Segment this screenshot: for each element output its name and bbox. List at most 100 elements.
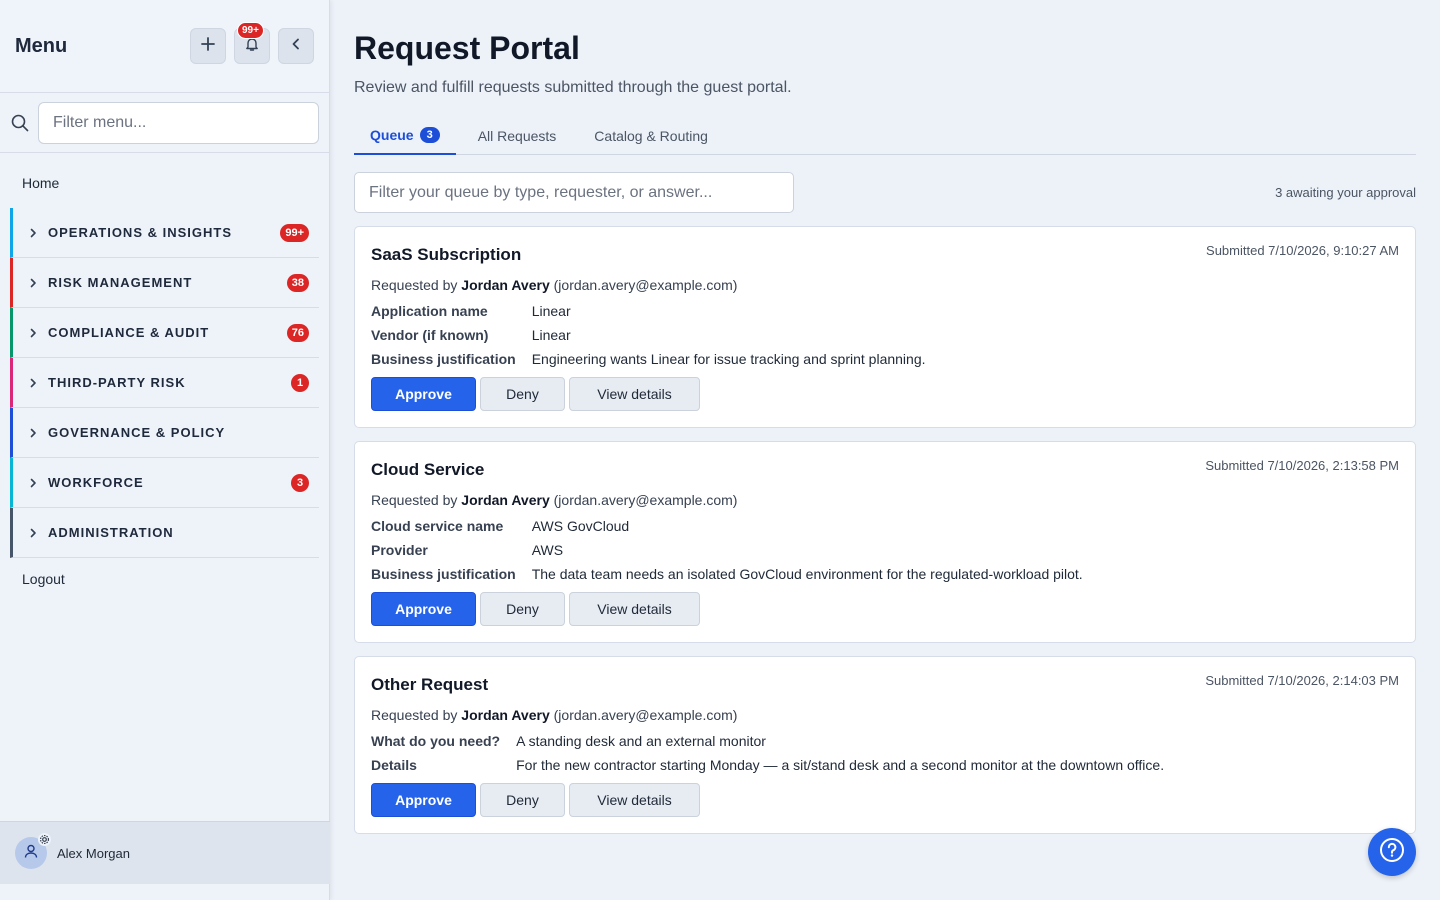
view-details-button[interactable]: View details [569, 592, 700, 626]
gear-icon[interactable] [38, 833, 51, 846]
field-label: Vendor (if known) [371, 327, 489, 343]
help-icon [1379, 837, 1405, 868]
chevron-right-icon [28, 528, 42, 538]
nav-group-item[interactable]: GOVERNANCE & POLICY [10, 408, 319, 458]
requested-by: Requested by Jordan Avery (jordan.avery@… [371, 707, 1399, 723]
request-fields: Cloud service name AWS GovCloud Provider AW… [371, 518, 1399, 582]
nav-group-count-badge: 99+ [280, 223, 309, 242]
requester-email: (jordan.avery@example.com) [553, 277, 738, 293]
request-actions: Approve Deny View details [371, 377, 1399, 411]
nav-group-label: RISK MANAGEMENT [48, 275, 193, 290]
user-name: Alex Morgan [57, 845, 130, 861]
sidebar-search [0, 93, 329, 153]
requester-email: (jordan.avery@example.com) [553, 707, 738, 723]
help-button[interactable] [1368, 828, 1416, 876]
queue-filter-input[interactable] [354, 172, 794, 213]
queue-count-badge: 3 [419, 127, 440, 143]
approve-button[interactable]: Approve [371, 592, 476, 626]
request-submitted-date: Submitted 7/10/2026, 2:13:58 PM [1205, 458, 1399, 473]
tab-label: Queue [370, 127, 414, 143]
approve-button[interactable]: Approve [371, 377, 476, 411]
request-fields: What do you need? A standing desk and an … [371, 733, 1399, 773]
page-title: Request Portal [354, 30, 580, 66]
field-value: For the new contractor starting Monday —… [516, 757, 1165, 773]
request-submitted-date: Submitted 7/10/2026, 9:10:27 AM [1206, 243, 1399, 258]
chevron-right-icon [28, 378, 42, 388]
request-submitted-date: Submitted 7/10/2026, 2:14:03 PM [1205, 673, 1399, 688]
nav-group-item[interactable]: ADMINISTRATION [10, 508, 319, 558]
field-label: Application name [371, 303, 488, 319]
tab-queue[interactable]: Queue 3 [354, 117, 456, 155]
requester-name: Jordan Avery [461, 277, 550, 293]
chevron-right-icon [28, 278, 42, 288]
request-card: Cloud Service Submitted 7/10/2026, 2:13:5… [354, 441, 1416, 643]
field-value: The data team needs an isolated GovCloud… [531, 566, 1083, 582]
nav-group-item[interactable]: WORKFORCE 3 [10, 458, 319, 508]
nav-group-item[interactable]: COMPLIANCE & AUDIT 76 [10, 308, 319, 358]
menu-filter-input[interactable] [38, 101, 319, 144]
request-title: SaaS Subscription [371, 245, 522, 264]
requested-by-prefix: Requested by [371, 707, 458, 723]
nav-group-item[interactable]: OPERATIONS & INSIGHTS 99+ [10, 208, 319, 258]
avatar[interactable] [15, 833, 51, 869]
page-subtitle: Review and fulfill requests submitted th… [354, 79, 792, 96]
request-card-header: SaaS Subscription Submitted 7/10/2026, 9:… [371, 243, 1399, 265]
view-details-button[interactable]: View details [569, 783, 700, 817]
nav-group-item[interactable]: THIRD-PARTY RISK 1 [10, 358, 319, 408]
request-title: Cloud Service [371, 460, 485, 479]
request-fields: Application name Linear Vendor (if known) L… [371, 303, 1399, 367]
field-label: What do you need? [371, 733, 501, 749]
approve-button[interactable]: Approve [371, 783, 476, 817]
request-card: Other Request Submitted 7/10/2026, 2:14:0… [354, 656, 1416, 834]
field-value: Linear [531, 303, 571, 319]
tab-bar: Queue 3 All Requests Catalog & Routing [354, 117, 1416, 155]
nav-groups: OPERATIONS & INSIGHTS 99+ RISK MANAGEMENT 3… [0, 208, 329, 558]
tab-all-requests[interactable]: All Requests [462, 117, 573, 155]
deny-button[interactable]: Deny [480, 377, 565, 411]
nav-group-count-badge: 3 [291, 473, 309, 492]
view-details-button[interactable]: View details [569, 377, 700, 411]
field-label: Cloud service name [371, 518, 504, 534]
requested-by-prefix: Requested by [371, 277, 458, 293]
field-value: AWS GovCloud [531, 518, 630, 534]
user-footer[interactable]: Alex Morgan [0, 821, 330, 884]
sidebar: Menu 99+ Home OPERATIONS & INSIGHTS 99+ RI… [0, 0, 330, 900]
tab-catalog-routing[interactable]: Catalog & Routing [578, 117, 724, 155]
request-list: SaaS Subscription Submitted 7/10/2026, 9:… [354, 226, 1416, 834]
field-value: Linear [531, 327, 571, 343]
requester-name: Jordan Avery [461, 707, 550, 723]
chevron-right-icon [28, 478, 42, 488]
nav-group-label: OPERATIONS & INSIGHTS [48, 225, 232, 240]
add-button[interactable] [190, 28, 226, 64]
nav-group-count-badge: 38 [286, 273, 309, 292]
deny-button[interactable]: Deny [480, 592, 565, 626]
field-value: Engineering wants Linear for issue track… [531, 351, 926, 367]
field-label: Details [371, 757, 417, 773]
plus-icon [200, 36, 216, 57]
nav-group-label: WORKFORCE [48, 475, 144, 490]
request-title: Other Request [371, 675, 489, 694]
sidebar-header: Menu 99+ [0, 0, 329, 93]
nav-group-count-badge: 76 [286, 323, 309, 342]
nav-logout[interactable]: Logout [0, 564, 329, 594]
field-label: Business justification [371, 566, 516, 582]
field-label: Business justification [371, 351, 516, 367]
field-value: A standing desk and an external monitor [516, 733, 766, 749]
nav-home[interactable]: Home [0, 168, 329, 198]
awaiting-count-text: 3 awaiting your approval [1275, 185, 1416, 200]
chevron-right-icon [28, 328, 42, 338]
chevron-right-icon [28, 428, 42, 438]
notifications-button[interactable]: 99+ [234, 22, 270, 64]
requested-by: Requested by Jordan Avery (jordan.avery@… [371, 492, 1399, 508]
main-content: Request Portal Review and fulfill reques… [354, 0, 1416, 834]
nav-group-label: COMPLIANCE & AUDIT [48, 325, 210, 340]
requested-by: Requested by Jordan Avery (jordan.avery@… [371, 277, 1399, 293]
collapse-sidebar-button[interactable] [278, 28, 314, 64]
deny-button[interactable]: Deny [480, 783, 565, 817]
sidebar-title: Menu [15, 34, 68, 57]
field-label: Provider [371, 542, 428, 558]
nav-group-label: ADMINISTRATION [48, 525, 174, 540]
nav-group-item[interactable]: RISK MANAGEMENT 38 [10, 258, 319, 308]
field-value: AWS [531, 542, 564, 558]
chevron-right-icon [28, 228, 42, 238]
